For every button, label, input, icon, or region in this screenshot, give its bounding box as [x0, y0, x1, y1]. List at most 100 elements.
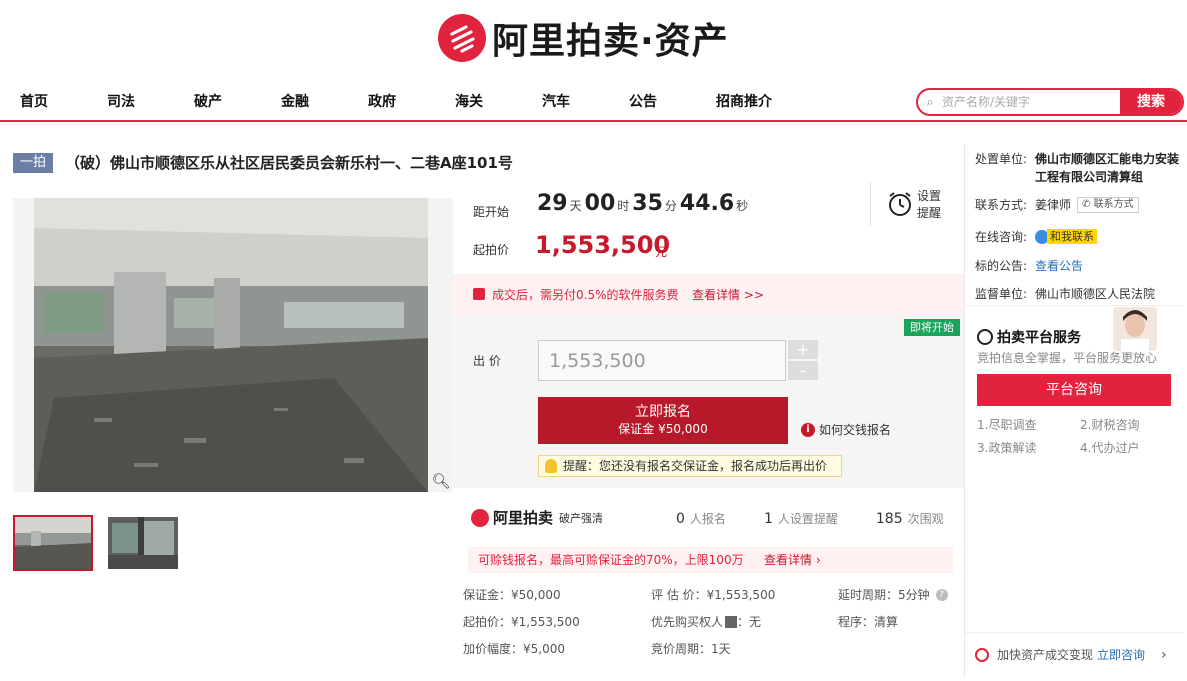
supervisor-value: 佛山市顺德区人民法院 [1035, 287, 1156, 301]
credit-details-link[interactable]: 查看详情 › [764, 547, 821, 573]
contact-row: 联系方式: 姜律师 ✆ 联系方式 [975, 196, 1139, 213]
thumbnail-1-image [15, 517, 91, 569]
info-icon: i [801, 422, 815, 437]
fast-sale-icon [975, 647, 989, 662]
credit-deposit-text: 可赊钱报名，最高可赊保证金的70%，上限100万 [478, 553, 744, 567]
thumbnail-1[interactable] [13, 515, 93, 571]
auction-hammer-icon [438, 14, 486, 62]
starting-soon-badge: 即将开始 [904, 319, 960, 336]
detail-cycle: 竞价周期：1天 [651, 642, 731, 656]
detail-priority: 优先购买权人 [651, 615, 724, 629]
set-reminder-button[interactable]: 设置 提醒 [917, 188, 947, 222]
org-value: 佛山市顺德区汇能电力安装工程有限公司清算组 [1035, 152, 1180, 184]
view-count: 185 [875, 511, 903, 527]
countdown-seconds-unit: 秒 [736, 199, 749, 213]
auction-round-badge: 一拍 [13, 153, 53, 173]
service-item-due-diligence[interactable]: 1.尽职调查 [977, 416, 1036, 433]
fast-sale-text: 加快资产成交变现 [997, 648, 1094, 662]
service-item-tax[interactable]: 2.财税咨询 [1080, 416, 1139, 433]
countdown-minutes-unit: 分 [664, 199, 677, 213]
brand-sub: 破产强清 [559, 511, 604, 525]
nav-item-home[interactable]: 首页 [0, 88, 87, 116]
thumbnail-2-image [108, 517, 178, 569]
countdown-timer: 29 天 00 时 35 分 44.6 秒 [537, 191, 751, 216]
notice-link[interactable]: 查看公告 [1035, 257, 1083, 274]
search-icon: ⌕ [926, 94, 934, 110]
help-icon[interactable]: ? [935, 588, 948, 601]
alarm-clock-icon[interactable] [886, 190, 916, 220]
view-label: 次围观 [907, 512, 944, 526]
countdown-days-unit: 天 [569, 199, 582, 213]
enroll-button-label: 立即报名 [635, 404, 691, 420]
search-button[interactable]: 搜索 [1120, 90, 1182, 114]
nav-item-judicial[interactable]: 司法 [87, 88, 174, 116]
phone-icon: ✆ [1082, 198, 1091, 210]
fee-icon [473, 288, 485, 300]
fast-sale-link[interactable]: 立即咨询 [1097, 646, 1145, 663]
detail-priority-value: ：无 [737, 615, 762, 629]
detail-delay-row: 延时周期：5分钟 ? [838, 586, 948, 603]
bid-label: 出 价 [473, 354, 501, 368]
item-title: （破）佛山市顺德区乐从社区居民委员会新乐村一、二巷A座101号 [65, 154, 513, 172]
thumbnail-2[interactable] [108, 517, 178, 569]
divider [964, 632, 1184, 633]
how-to-pay-link[interactable]: i 如何交钱报名 [801, 421, 891, 438]
online-label: 在线咨询: [975, 230, 1028, 244]
increase-bid-button[interactable]: + [788, 340, 818, 359]
service-title: 拍卖平台服务 [997, 330, 1081, 346]
contact-button-label: 联系方式 [1093, 198, 1134, 210]
contact-label: 联系方式: [975, 198, 1028, 212]
lightbulb-icon [545, 459, 557, 473]
service-header: 拍卖平台服务 [977, 327, 1081, 347]
platform-consult-button[interactable]: 平台咨询 [977, 374, 1171, 406]
chat-button-label: 和我联系 [1047, 229, 1097, 244]
contact-name: 姜律师 [1035, 198, 1072, 212]
decrease-bid-button[interactable]: - [788, 361, 818, 380]
enroll-button[interactable]: 立即报名 保证金 ¥50,000 [538, 397, 788, 444]
notice-label: 标的公告: [975, 259, 1028, 273]
detail-deposit: 保证金：¥50,000 [463, 588, 561, 602]
countdown-days: 29 [537, 191, 568, 216]
org-label: 处置单位: [975, 152, 1028, 166]
enrolled-count: 0 [676, 511, 685, 527]
fee-notice: 成交后，需另付0.5%的软件服务费 查看详情 >> [453, 274, 964, 316]
nav-item-auto[interactable]: 汽车 [522, 88, 609, 116]
fee-notice-text: 成交后，需另付0.5%的软件服务费 [492, 288, 679, 302]
service-item-policy[interactable]: 3.政策解读 [977, 439, 1036, 456]
brand-name: 阿里拍卖 [493, 509, 554, 527]
reminder-label: 人设置提醒 [777, 512, 838, 526]
nav-item-notices[interactable]: 公告 [609, 88, 696, 116]
fee-details-link[interactable]: 查看详情 >> [692, 286, 764, 303]
logo-text: 阿里拍卖·资产 [492, 21, 729, 62]
search-input[interactable] [942, 95, 1120, 109]
countdown-label: 距开始 [473, 205, 510, 219]
online-row: 在线咨询: 和我联系 [975, 228, 1097, 245]
nav-item-bankruptcy[interactable]: 破产 [174, 88, 261, 116]
nav-item-finance[interactable]: 金融 [261, 88, 348, 116]
nav-item-investment[interactable]: 招商推介 [696, 88, 816, 116]
supervisor-row: 监督单位: 佛山市顺德区人民法院 [975, 285, 1155, 302]
main-photo[interactable] [13, 198, 453, 492]
enrolled-label: 人报名 [689, 512, 726, 526]
contact-button[interactable]: ✆ 联系方式 [1077, 196, 1139, 213]
site-logo[interactable]: 阿里拍卖·资产 [438, 14, 729, 62]
zoom-icon[interactable]: 🔍︎ [430, 470, 452, 492]
divider [964, 305, 1184, 306]
service-logo-icon [977, 329, 993, 345]
service-subtitle: 竞拍信息全掌握，平台服务更放心 [977, 351, 1158, 365]
enroll-tip-text: 提醒：您还没有报名交保证金，报名成功后再出价 [563, 459, 828, 473]
fast-sale-row[interactable]: 加快资产成交变现 立即咨询 › [975, 646, 1167, 663]
org-row: 处置单位: 佛山市顺德区汇能电力安装工程有限公司清算组 [975, 150, 1181, 186]
detail-start-price: 起拍价：¥1,553,500 [463, 615, 580, 629]
main-nav: 首页 司法 破产 金融 政府 海关 汽车 公告 招商推介 [0, 88, 910, 116]
how-to-pay-text: 如何交钱报名 [819, 423, 892, 437]
nav-item-customs[interactable]: 海关 [435, 88, 522, 116]
chevron-right-icon: › [1161, 646, 1167, 663]
credit-deposit-notice: 可赊钱报名，最高可赊保证金的70%，上限100万 查看详情 › [468, 547, 953, 573]
nav-item-government[interactable]: 政府 [348, 88, 435, 116]
service-item-transfer[interactable]: 4.代办过户 [1080, 439, 1139, 456]
chat-button[interactable]: 和我联系 [1035, 229, 1097, 244]
stats-brand: 阿里拍卖 破产强清 [471, 507, 603, 528]
bid-amount-input[interactable]: 1,553,500 [538, 340, 786, 381]
detail-appraisal: 评 估 价：¥1,553,500 [651, 588, 776, 602]
